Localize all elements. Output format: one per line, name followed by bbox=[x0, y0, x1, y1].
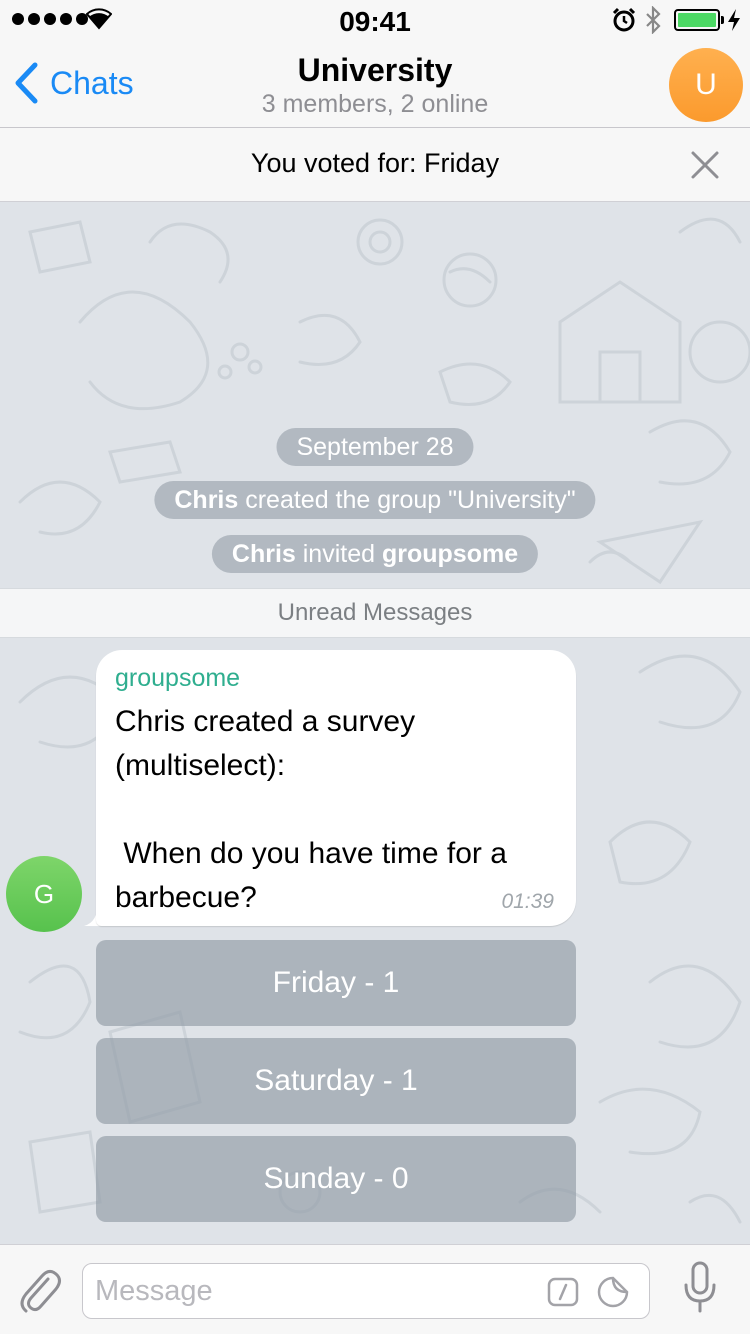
bot-command-icon[interactable] bbox=[547, 1277, 579, 1307]
battery-icon bbox=[674, 9, 720, 31]
date-separator: September 28 bbox=[276, 428, 474, 466]
message-text: Chris created a survey (multiselect): Wh… bbox=[115, 705, 507, 914]
chat-screen: 09:41 Chats University 3 members, 2 onli… bbox=[0, 0, 750, 1334]
poll-option-saturday[interactable]: Saturday - 1 bbox=[96, 1038, 576, 1124]
microphone-icon[interactable] bbox=[682, 1259, 718, 1315]
bluetooth-icon bbox=[646, 6, 661, 34]
message-bubble[interactable]: groupsome Chris created a survey (multis… bbox=[96, 650, 576, 926]
chat-area[interactable]: September 28 Chris created the group "Un… bbox=[0, 202, 750, 1244]
alarm-icon bbox=[612, 7, 636, 32]
vote-banner-text: You voted for: Friday bbox=[250, 148, 500, 178]
group-avatar[interactable]: U bbox=[669, 48, 743, 122]
sender-avatar[interactable]: G bbox=[6, 856, 82, 932]
service-message-created: Chris created the group "University" bbox=[154, 481, 596, 519]
service-message-invited: Chris invited groupsome bbox=[211, 535, 539, 573]
vote-banner[interactable]: You voted for: Friday bbox=[0, 128, 750, 202]
charging-icon bbox=[728, 9, 740, 31]
message-sender[interactable]: groupsome bbox=[115, 664, 240, 693]
status-bar: 09:41 bbox=[0, 0, 750, 40]
sticker-icon[interactable] bbox=[596, 1275, 630, 1309]
nav-bar: Chats University 3 members, 2 online U bbox=[0, 40, 750, 128]
poll-option-friday[interactable]: Friday - 1 bbox=[96, 940, 576, 1026]
poll-option-sunday[interactable]: Sunday - 0 bbox=[96, 1136, 576, 1222]
chat-title[interactable]: University bbox=[0, 52, 750, 89]
chat-subtitle: 3 members, 2 online bbox=[261, 90, 489, 118]
status-time: 09:41 bbox=[339, 6, 411, 37]
message-time: 01:39 bbox=[501, 890, 554, 913]
attach-icon[interactable] bbox=[18, 1265, 62, 1315]
input-bar bbox=[0, 1244, 750, 1334]
unread-messages-separator: Unread Messages bbox=[0, 588, 750, 638]
close-icon[interactable] bbox=[690, 150, 720, 180]
